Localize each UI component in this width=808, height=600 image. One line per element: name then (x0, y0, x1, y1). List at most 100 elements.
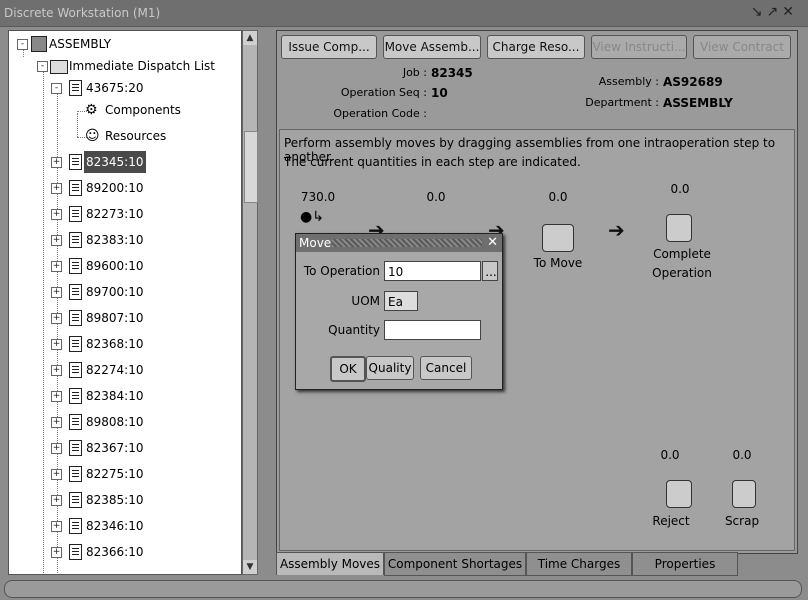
run-quantity: 0.0 (426, 190, 446, 204)
move-dialog-title: Move (299, 236, 332, 250)
tab-time-charges[interactable]: Time Charges (526, 552, 632, 576)
tree-scrollbar[interactable]: ▲ ▼ (242, 30, 258, 575)
operation-seq-label: Operation Seq : (340, 86, 427, 99)
dispatch-tree[interactable]: - ASSEMBLY - Immediate Dispatch List - 4… (8, 30, 242, 575)
arrow-right-icon: ➔ (608, 218, 625, 242)
tree-job-label: 82273:10 (86, 207, 144, 221)
complete-operation-icon[interactable] (666, 214, 692, 242)
queue-quantity: 730.0 (300, 190, 336, 204)
tree-job-label: 82346:10 (86, 519, 144, 533)
collapse-icon[interactable]: - (37, 61, 48, 72)
document-icon (69, 544, 82, 560)
document-icon (69, 284, 82, 300)
expand-icon[interactable]: + (51, 313, 62, 324)
expand-icon[interactable]: + (51, 469, 62, 480)
to-operation-label: To Operation (303, 264, 380, 278)
move-assemblies-button[interactable]: Move Assemb... (383, 35, 481, 59)
expand-icon[interactable]: + (51, 157, 62, 168)
expand-icon[interactable]: + (51, 495, 62, 506)
tree-job-label: 82385:10 (86, 493, 144, 507)
window-title: Discrete Workstation (M1) (4, 6, 161, 20)
expand-icon[interactable]: + (51, 339, 62, 350)
restore-icon[interactable]: ↗ (767, 4, 783, 20)
tree-job-label: 89808:10 (86, 415, 144, 429)
tree-job-label: 82367:10 (86, 441, 144, 455)
tree-dispatch-list-label: Immediate Dispatch List (69, 59, 216, 73)
document-icon (69, 180, 82, 196)
view-instructions-button[interactable]: View Instructi... (591, 35, 687, 59)
to-move-label: To Move (533, 256, 583, 270)
job-value: 82345 (431, 66, 473, 80)
expand-icon[interactable]: + (51, 183, 62, 194)
collapse-icon[interactable]: - (51, 83, 62, 94)
drag-handle[interactable] (332, 239, 482, 247)
close-icon[interactable]: ✕ (487, 234, 498, 252)
expand-icon[interactable]: + (51, 287, 62, 298)
assembly-label: Assembly : (598, 75, 659, 88)
document-icon (69, 154, 82, 170)
reject-quantity: 0.0 (660, 448, 680, 462)
queue-step-icon[interactable]: ●↳ (300, 209, 324, 225)
tree-job-label: 89700:10 (86, 285, 144, 299)
tree-job-label: 82384:10 (86, 389, 144, 403)
list-of-values-button[interactable]: ... (482, 261, 498, 281)
expand-icon[interactable]: + (51, 261, 62, 272)
assembly-value: AS92689 (663, 75, 723, 89)
view-contract-button[interactable]: View Contract (693, 35, 791, 59)
expand-icon[interactable]: + (51, 521, 62, 532)
scrap-icon[interactable] (732, 480, 756, 508)
expand-icon[interactable]: + (51, 365, 62, 376)
window-controls[interactable]: ↘↗✕ (751, 4, 798, 20)
collapse-icon[interactable]: - (17, 39, 28, 50)
ok-button[interactable]: OK (330, 356, 366, 382)
quality-button[interactable]: Quality (366, 356, 414, 380)
document-icon (69, 440, 82, 456)
to-move-icon[interactable] (542, 224, 574, 252)
tree-job-label: 89200:10 (86, 181, 144, 195)
assembly-icon (31, 36, 47, 52)
quantity-field[interactable] (384, 320, 481, 340)
document-icon (69, 310, 82, 326)
scroll-thumb[interactable] (244, 131, 258, 203)
operation-code-label: Operation Code : (333, 107, 427, 120)
complete-label-2: Operation (652, 266, 712, 280)
tab-component-shortages[interactable]: Component Shortages (384, 552, 526, 576)
document-icon (69, 232, 82, 248)
tab-assembly-moves[interactable]: Assembly Moves (276, 552, 384, 575)
expand-icon[interactable]: + (51, 547, 62, 558)
close-icon[interactable]: ✕ (782, 4, 798, 20)
folder-icon (50, 60, 68, 74)
tree-job-label: 82368:10 (86, 337, 144, 351)
complete-quantity: 0.0 (670, 182, 690, 196)
tree-job-label: 89600:10 (86, 259, 144, 273)
tab-properties[interactable]: Properties (632, 552, 738, 576)
scrap-quantity: 0.0 (732, 448, 752, 462)
tree-components-label: Components (105, 103, 181, 117)
move-dialog-titlebar[interactable]: Move ✕ (296, 234, 502, 252)
reject-label: Reject (652, 514, 690, 528)
minimize-icon[interactable]: ↘ (751, 4, 767, 20)
document-icon (69, 362, 82, 378)
resource-person-icon: ☺ (85, 128, 100, 144)
to-operation-field[interactable]: 10 (384, 261, 481, 281)
scroll-up-icon[interactable]: ▲ (243, 31, 257, 45)
scroll-down-icon[interactable]: ▼ (243, 560, 257, 574)
expand-icon[interactable]: + (51, 417, 62, 428)
operation-seq-value: 10 (431, 86, 448, 100)
tree-job-label: 82274:10 (86, 363, 144, 377)
expand-icon[interactable]: + (51, 391, 62, 402)
issue-components-button[interactable]: Issue Comp... (281, 35, 377, 59)
expand-icon[interactable]: + (51, 443, 62, 454)
expand-icon[interactable]: + (51, 209, 62, 220)
document-icon (69, 466, 82, 482)
job-label: Job : (402, 66, 427, 79)
reject-icon[interactable] (666, 480, 692, 508)
title-bar: Discrete Workstation (M1) ↘↗✕ (0, 0, 808, 27)
document-icon (69, 414, 82, 430)
tree-job-label: 89807:10 (86, 311, 144, 325)
instruction-line-2: The current quantities in each step are … (284, 155, 581, 169)
charge-resources-button[interactable]: Charge Reso... (487, 35, 585, 59)
cancel-button[interactable]: Cancel (420, 356, 472, 380)
tree-selected-label: 82345:10 (84, 151, 146, 173)
expand-icon[interactable]: + (51, 235, 62, 246)
